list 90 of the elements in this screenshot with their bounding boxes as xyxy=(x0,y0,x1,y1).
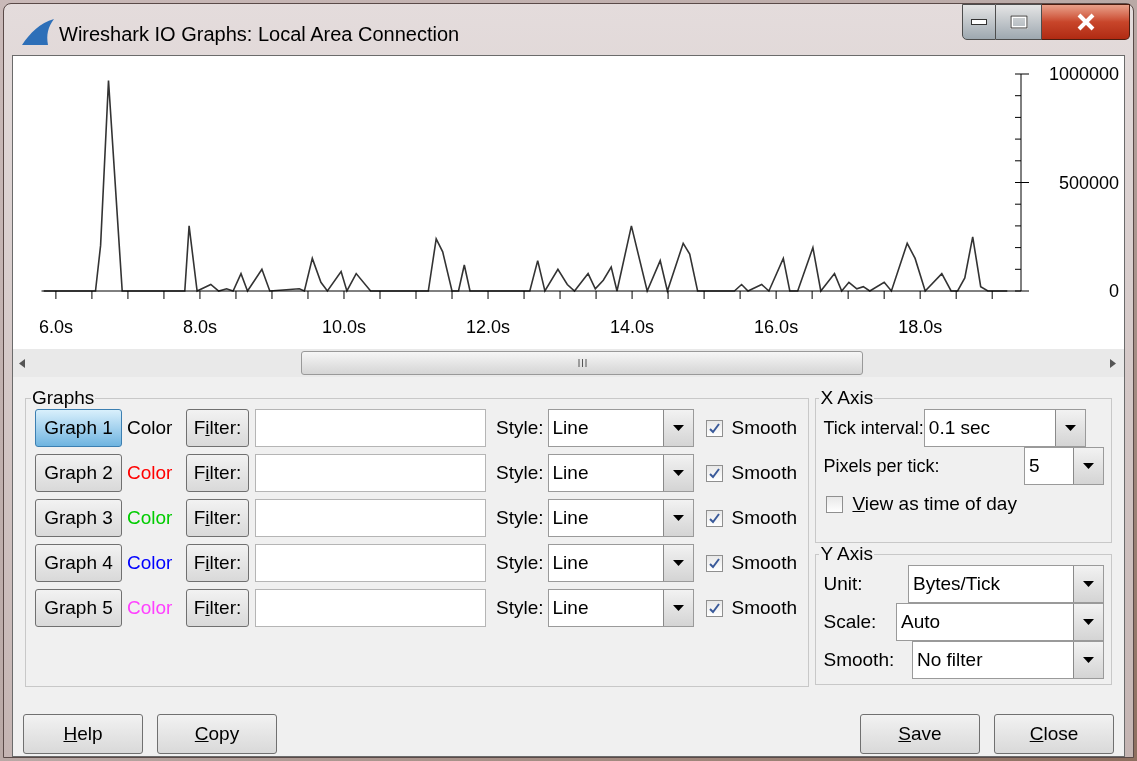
graph-toggle-button[interactable]: Graph 5 xyxy=(35,589,122,627)
tick-interval-dropdown[interactable]: 0.1 sec xyxy=(923,409,1086,447)
maximize-icon xyxy=(1009,15,1028,29)
caret-icon xyxy=(672,425,684,431)
group-title: Graphs xyxy=(31,387,96,409)
style-label: Style: xyxy=(496,415,544,440)
style-dropdown[interactable]: Line xyxy=(547,454,694,492)
axis-label: 6.0s xyxy=(38,317,73,337)
smooth-label: Smooth xyxy=(731,460,797,485)
smooth-label: Smooth xyxy=(731,415,797,440)
graph-toggle-button[interactable]: Graph 2 xyxy=(35,454,122,492)
filter-field[interactable] xyxy=(255,589,486,627)
caret-icon xyxy=(1083,581,1094,587)
minimize-button[interactable] xyxy=(962,4,996,40)
axis-label: 1000000 xyxy=(1048,64,1119,84)
checkbox[interactable] xyxy=(705,419,723,437)
caret-icon xyxy=(1083,657,1094,663)
axis-label: 18.0s xyxy=(898,317,943,337)
checkbox[interactable] xyxy=(705,554,723,572)
smooth-label: Smooth xyxy=(731,595,797,620)
minimize-icon xyxy=(971,19,987,25)
window-title: Wireshark IO Graphs: Local Area Connection xyxy=(59,22,460,47)
field-label: Pixels per tick: xyxy=(823,454,940,478)
scroll-left-icon[interactable] xyxy=(19,358,25,368)
dialog-button[interactable]: Help xyxy=(23,714,143,754)
scroll-right-icon[interactable] xyxy=(1110,358,1116,368)
caret-icon xyxy=(1064,425,1076,431)
style-dropdown[interactable]: Line xyxy=(547,499,694,537)
graph-toggle-button[interactable]: Graph 4 xyxy=(35,544,122,582)
color-label[interactable]: Color xyxy=(127,458,180,488)
scale-dropdown[interactable]: Auto xyxy=(896,603,1104,641)
style-dropdown[interactable]: Line xyxy=(547,589,694,627)
caret-icon xyxy=(672,560,684,566)
style-dropdown[interactable]: Line xyxy=(547,409,694,447)
checkbox[interactable] xyxy=(705,509,723,527)
group-title: Y Axis xyxy=(819,543,874,565)
close-button[interactable] xyxy=(1042,4,1130,40)
checkbox[interactable] xyxy=(705,599,723,617)
filter-button[interactable]: Filter: xyxy=(186,409,249,447)
caret-icon xyxy=(672,470,684,476)
pixels-per-tick-dropdown[interactable]: 5 xyxy=(1024,447,1104,485)
filter-button[interactable]: Filter: xyxy=(186,454,249,492)
checkbox-label: View as time of day xyxy=(852,492,1017,516)
caret-icon xyxy=(1083,463,1094,469)
filter-field[interactable] xyxy=(255,499,486,537)
style-label: Style: xyxy=(496,460,544,485)
shark-fin-icon xyxy=(20,19,54,45)
dialog-button[interactable]: Close xyxy=(994,714,1114,754)
axis-label: 14.0s xyxy=(610,317,655,337)
scroll-thumb[interactable] xyxy=(301,351,863,375)
graph-toggle-button[interactable]: Graph 1 xyxy=(35,409,122,447)
style-label: Style: xyxy=(496,505,544,530)
filter-field[interactable] xyxy=(255,409,486,447)
caret-icon xyxy=(1083,619,1094,625)
maximize-button[interactable] xyxy=(996,4,1042,40)
filter-field[interactable] xyxy=(255,454,486,492)
axis-label: 12.0s xyxy=(466,317,511,337)
checkbox[interactable] xyxy=(705,464,723,482)
checkbox[interactable] xyxy=(826,495,844,513)
color-label[interactable]: Color xyxy=(127,548,180,578)
filter-button[interactable]: Filter: xyxy=(186,589,249,627)
style-dropdown[interactable]: Line xyxy=(547,544,694,582)
axis-label: 8.0s xyxy=(182,317,217,337)
dialog-button[interactable]: Copy xyxy=(157,714,277,754)
field-label: Unit: xyxy=(823,571,863,596)
filter-button[interactable]: Filter: xyxy=(186,499,249,537)
close-icon xyxy=(1075,13,1096,31)
color-label[interactable]: Color xyxy=(127,413,180,443)
dialog-button[interactable]: Save xyxy=(860,714,980,754)
grip-icon xyxy=(577,359,587,367)
smooth-label: Smooth xyxy=(731,505,797,530)
axis-label: 16.0s xyxy=(754,317,799,337)
field-label: Tick interval: xyxy=(823,416,924,440)
smoothing-dropdown[interactable]: No filter xyxy=(912,641,1104,679)
caret-icon xyxy=(672,515,684,521)
style-label: Style: xyxy=(496,550,544,575)
caret-icon xyxy=(672,605,684,611)
field-label: Scale: xyxy=(823,609,877,634)
group-title: X Axis xyxy=(819,387,875,409)
filter-field[interactable] xyxy=(255,544,486,582)
axis-label: 10.0s xyxy=(321,317,366,337)
smooth-label: Smooth xyxy=(731,550,797,575)
field-label: Smooth: xyxy=(823,647,895,672)
style-label: Style: xyxy=(496,595,544,620)
graph-toggle-button[interactable]: Graph 3 xyxy=(35,499,122,537)
filter-button[interactable]: Filter: xyxy=(186,544,249,582)
scrollbar[interactable] xyxy=(13,349,1124,377)
axis-label: 0 xyxy=(1109,281,1119,301)
axis-label: 500000 xyxy=(1058,172,1119,193)
unit-dropdown[interactable]: Bytes/Tick xyxy=(908,565,1104,603)
